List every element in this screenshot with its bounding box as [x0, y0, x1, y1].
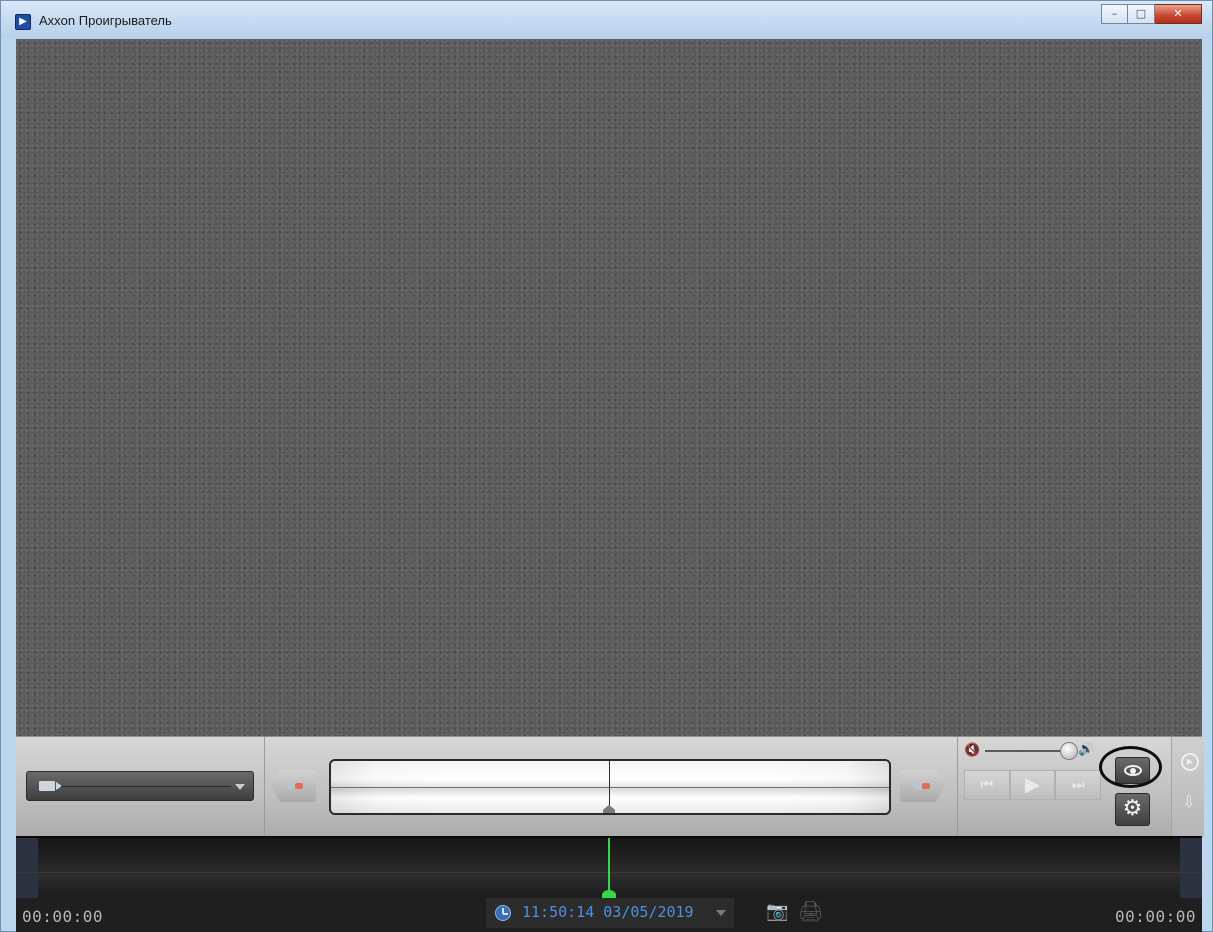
volume-slider-knob[interactable] — [1060, 742, 1078, 760]
export-icon[interactable]: ⇩ — [1179, 792, 1199, 820]
video-viewport[interactable] — [16, 39, 1202, 736]
app-icon: ▶ — [15, 14, 31, 30]
previous-frame-button[interactable]: ⏮ — [964, 770, 1010, 800]
current-datetime: 11:50:14 03/05/2019 — [522, 903, 694, 921]
title-bar: ▶ Axxon Проигрыватель – □ ✕ — [1, 1, 1212, 39]
segment-marker-icon — [295, 783, 303, 789]
window-controls: – □ ✕ — [1101, 4, 1202, 28]
previous-segment-button[interactable] — [271, 770, 316, 802]
control-panel: 🔇 🔊 ⏮ ▶ ⏭ ⚙ ▶ ⇩ — [16, 736, 1204, 837]
settings-button[interactable]: ⚙ — [1115, 793, 1150, 826]
app-window: ▶ Axxon Проигрыватель – □ ✕ 🔇 🔊 ⏮ ▶ ⏭ ⚙ … — [0, 0, 1213, 932]
datetime-selector[interactable]: 11:50:14 03/05/2019 — [486, 898, 734, 928]
next-frame-button[interactable]: ⏭ — [1055, 770, 1102, 800]
volume-icon: 🔊 — [1078, 742, 1095, 757]
zoom-window-track — [331, 787, 889, 788]
play-button[interactable]: ▶ — [1009, 770, 1056, 800]
camera-select-divider — [61, 786, 231, 787]
chevron-down-icon — [235, 784, 245, 790]
export-panel: ▶ ⇩ — [1171, 737, 1204, 837]
time-start: 00:00:00 — [22, 907, 104, 926]
chevron-down-icon[interactable] — [716, 910, 726, 916]
snapshot-icon[interactable]: 📷 — [766, 901, 788, 922]
camera-select[interactable] — [26, 771, 254, 801]
camera-panel — [16, 737, 265, 837]
playback-controls: ⏮ ▶ ⏭ — [964, 770, 1102, 800]
next-segment-button[interactable] — [900, 770, 945, 802]
time-end: 00:00:00 — [1114, 907, 1196, 926]
highlight-circle — [1099, 746, 1162, 788]
segment-marker-icon — [922, 783, 930, 789]
timeline-left-edge — [16, 838, 38, 900]
camera-icon — [39, 781, 62, 791]
timeline-strip[interactable] — [16, 836, 1202, 900]
playback-panel: 🔇 🔊 ⏮ ▶ ⏭ ⚙ ▶ ⇩ — [957, 737, 1204, 837]
volume-slider-track[interactable] — [985, 750, 1070, 752]
maximize-button[interactable]: □ — [1128, 4, 1155, 24]
clock-icon — [495, 905, 511, 921]
close-button[interactable]: ✕ — [1155, 4, 1202, 24]
minimize-button[interactable]: – — [1101, 4, 1128, 24]
print-icon[interactable]: 🖨 — [798, 899, 823, 923]
segment-marker-icon — [287, 783, 295, 789]
timeline-zoom-window[interactable] — [329, 759, 891, 815]
play-circle-icon[interactable]: ▶ — [1181, 753, 1199, 771]
timeline-right-edge — [1180, 838, 1202, 900]
window-title: Axxon Проигрыватель — [39, 13, 172, 28]
status-bar: 00:00:00 11:50:14 03/05/2019 📷 🖨 00:00:0… — [16, 898, 1202, 932]
segment-marker-icon — [914, 783, 922, 789]
mute-icon[interactable]: 🔇 — [964, 743, 980, 758]
